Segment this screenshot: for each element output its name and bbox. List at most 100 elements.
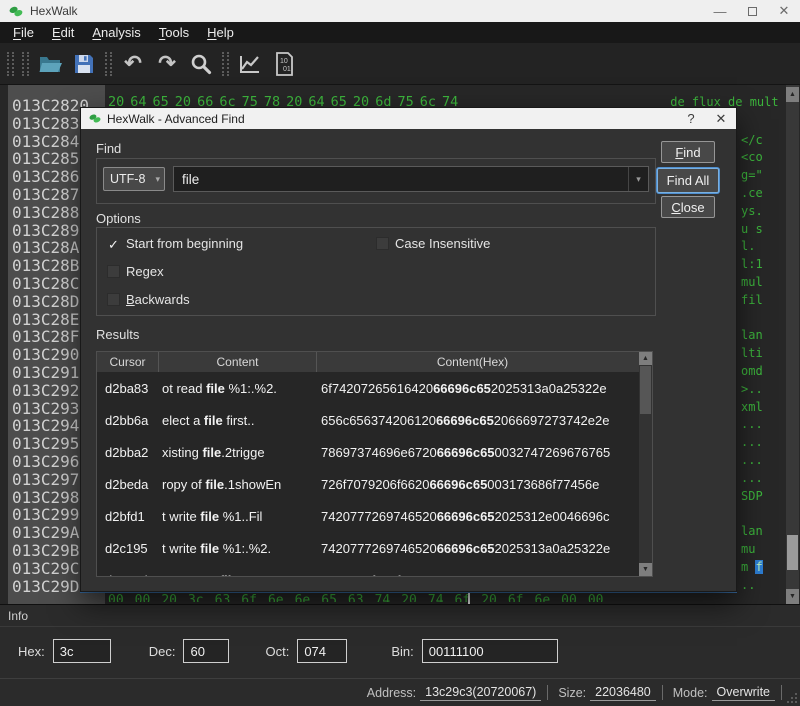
checkbox-backwards[interactable]: Backwards bbox=[107, 292, 190, 307]
checkmark-icon[interactable]: ✓ bbox=[107, 237, 120, 250]
result-row[interactable]: d2bfd1t write file %1..Fil74207772697465… bbox=[97, 500, 639, 532]
resize-grip[interactable] bbox=[786, 692, 798, 704]
binary-analysis-button[interactable]: 10 01 bbox=[269, 49, 299, 79]
hex-address: 013C28D0 bbox=[12, 292, 89, 311]
result-content-hex: 742e746f206f70656e2066696c65000000000000 bbox=[317, 573, 628, 578]
help-icon[interactable]: ? bbox=[676, 108, 706, 129]
address-value[interactable]: 13c29c3(20720067) bbox=[420, 684, 541, 701]
find-button[interactable]: Find bbox=[661, 141, 715, 163]
checkbox-case-insensitive[interactable]: Case Insensitive bbox=[376, 236, 490, 251]
result-row[interactable]: d2bb6aelect a file first..656c6563742061… bbox=[97, 404, 639, 436]
hex-address: 013C2930 bbox=[12, 399, 89, 418]
ascii-fragment: lan bbox=[741, 328, 763, 342]
menu-help[interactable]: Help bbox=[198, 23, 243, 42]
checkbox-box[interactable] bbox=[107, 265, 120, 278]
hex-byte: 00 bbox=[135, 593, 151, 602]
result-content: t write file %1:.%2. bbox=[159, 541, 317, 556]
window-titlebar: HexWalk — ✕ bbox=[0, 0, 800, 22]
ascii-fragment: ... bbox=[741, 435, 763, 449]
maximize-icon[interactable] bbox=[736, 0, 768, 22]
toolbar-grip[interactable] bbox=[105, 52, 112, 76]
scroll-up-icon[interactable]: ▲ bbox=[786, 87, 799, 102]
encoding-select[interactable]: UTF-8 ▾ bbox=[103, 167, 165, 191]
redo-button[interactable]: ↷ bbox=[152, 49, 182, 79]
dec-field[interactable]: 60 bbox=[183, 639, 229, 663]
minimize-icon[interactable]: — bbox=[704, 0, 736, 22]
hex-address: 013C29B0 bbox=[12, 541, 89, 560]
ascii-fragment: l:1 bbox=[741, 257, 763, 271]
hex-byte: 00 bbox=[108, 593, 124, 602]
open-file-button[interactable] bbox=[35, 49, 65, 79]
result-row[interactable]: d2ba83ot read file %1:.%2.6f742072656164… bbox=[97, 372, 639, 404]
column-header-cursor[interactable]: Cursor bbox=[97, 352, 159, 372]
search-button[interactable] bbox=[186, 49, 216, 79]
svg-text:10: 10 bbox=[280, 58, 288, 65]
toolbar-grip[interactable] bbox=[222, 52, 229, 76]
query-dropdown-button[interactable]: ▾ bbox=[628, 167, 648, 191]
hex-address: 013C2900 bbox=[12, 345, 89, 364]
column-header-content-hex-[interactable]: Content(Hex) bbox=[317, 352, 628, 372]
search-input[interactable]: file ▾ bbox=[173, 166, 649, 192]
result-row[interactable]: d2c61dt. to open file.742e746f206f70656e… bbox=[97, 564, 639, 577]
scrollbar-thumb[interactable] bbox=[787, 535, 798, 570]
checkbox-box[interactable] bbox=[376, 237, 389, 250]
scroll-down-icon[interactable]: ▼ bbox=[786, 589, 799, 604]
find-all-button[interactable]: Find All bbox=[657, 168, 719, 193]
save-file-button[interactable] bbox=[69, 49, 99, 79]
column-header-content[interactable]: Content bbox=[159, 352, 317, 372]
toolbar-grip[interactable] bbox=[7, 52, 14, 76]
bin-field[interactable]: 00111100 bbox=[422, 639, 558, 663]
mode-value[interactable]: Overwrite bbox=[712, 684, 775, 701]
hex-byte: 74 bbox=[375, 593, 391, 602]
checkbox-regex[interactable]: Regex bbox=[107, 264, 164, 279]
main-scrollbar[interactable]: ▲ ▼ bbox=[786, 85, 799, 604]
scroll-down-icon[interactable]: ▼ bbox=[639, 563, 652, 576]
info-panel: Info Hex:3cDec:60Oct:074Bin:00111100 bbox=[0, 604, 800, 678]
hex-address: 013C28A0 bbox=[12, 238, 89, 257]
ascii-fragment: lti bbox=[741, 346, 763, 360]
toolbar: ↶ ↷ 10 01 bbox=[0, 43, 800, 85]
charts-button[interactable] bbox=[235, 49, 265, 79]
scrollbar-thumb[interactable] bbox=[640, 366, 651, 414]
hex-address: 013C28F0 bbox=[12, 327, 89, 346]
menu-tools[interactable]: Tools bbox=[150, 23, 198, 42]
hex-address: 013C2910 bbox=[12, 363, 89, 382]
encoding-value: UTF-8 bbox=[110, 172, 145, 186]
statusbar: Address: 13c29c3(20720067) Size: 2203648… bbox=[0, 678, 800, 706]
advanced-find-dialog: HexWalk - Advanced Find ? ✕ Find UTF-8 ▾… bbox=[80, 107, 737, 592]
hex-field[interactable]: 3c bbox=[53, 639, 111, 663]
line-chart-icon bbox=[238, 52, 262, 76]
result-content: ropy of file.1showEn bbox=[159, 477, 317, 492]
result-content: t write file %1..Fil bbox=[159, 509, 317, 524]
hex-address: 013C2850 bbox=[12, 149, 89, 168]
ascii-fragment: mu bbox=[741, 542, 755, 556]
hex-address: 013C2970 bbox=[12, 470, 89, 489]
results-scrollbar[interactable]: ▲ ▼ bbox=[639, 352, 652, 576]
hex-byte: 6f bbox=[241, 593, 257, 602]
undo-button[interactable]: ↶ bbox=[118, 49, 148, 79]
scroll-up-icon[interactable]: ▲ bbox=[639, 352, 652, 365]
oct-field[interactable]: 074 bbox=[297, 639, 347, 663]
selected-char[interactable]: f bbox=[755, 560, 762, 574]
ascii-fragment: u s bbox=[741, 222, 763, 236]
checkbox-start-from-beginning[interactable]: ✓Start from beginning bbox=[107, 236, 243, 251]
result-row[interactable]: d2bba2xisting file.2trigge78697374696e67… bbox=[97, 436, 639, 468]
result-row[interactable]: d2c195t write file %1:.%2.74207772697465… bbox=[97, 532, 639, 564]
close-button[interactable]: Close bbox=[661, 196, 715, 218]
hexwalk-logo-icon bbox=[8, 5, 24, 18]
dialog-titlebar[interactable]: HexWalk - Advanced Find ? ✕ bbox=[81, 108, 736, 129]
close-icon[interactable]: ✕ bbox=[768, 0, 800, 22]
toolbar-grip[interactable] bbox=[22, 52, 29, 76]
checkbox-label: Regex bbox=[126, 264, 164, 279]
result-row[interactable]: d2bedaropy of file.1showEn726f7079206f66… bbox=[97, 468, 639, 500]
results-header[interactable]: CursorContentContent(Hex) bbox=[97, 352, 639, 372]
menu-edit[interactable]: Edit bbox=[43, 23, 83, 42]
checkbox-box[interactable] bbox=[107, 293, 120, 306]
menu-file[interactable]: File bbox=[4, 23, 43, 42]
menubar: FileEditAnalysisToolsHelp bbox=[0, 22, 800, 43]
size-value[interactable]: 22036480 bbox=[590, 684, 656, 701]
menu-analysis[interactable]: Analysis bbox=[83, 23, 149, 42]
dialog-close-icon[interactable]: ✕ bbox=[706, 108, 736, 129]
dialog-title: HexWalk - Advanced Find bbox=[107, 112, 245, 126]
hex-address: 013C2990 bbox=[12, 505, 89, 524]
